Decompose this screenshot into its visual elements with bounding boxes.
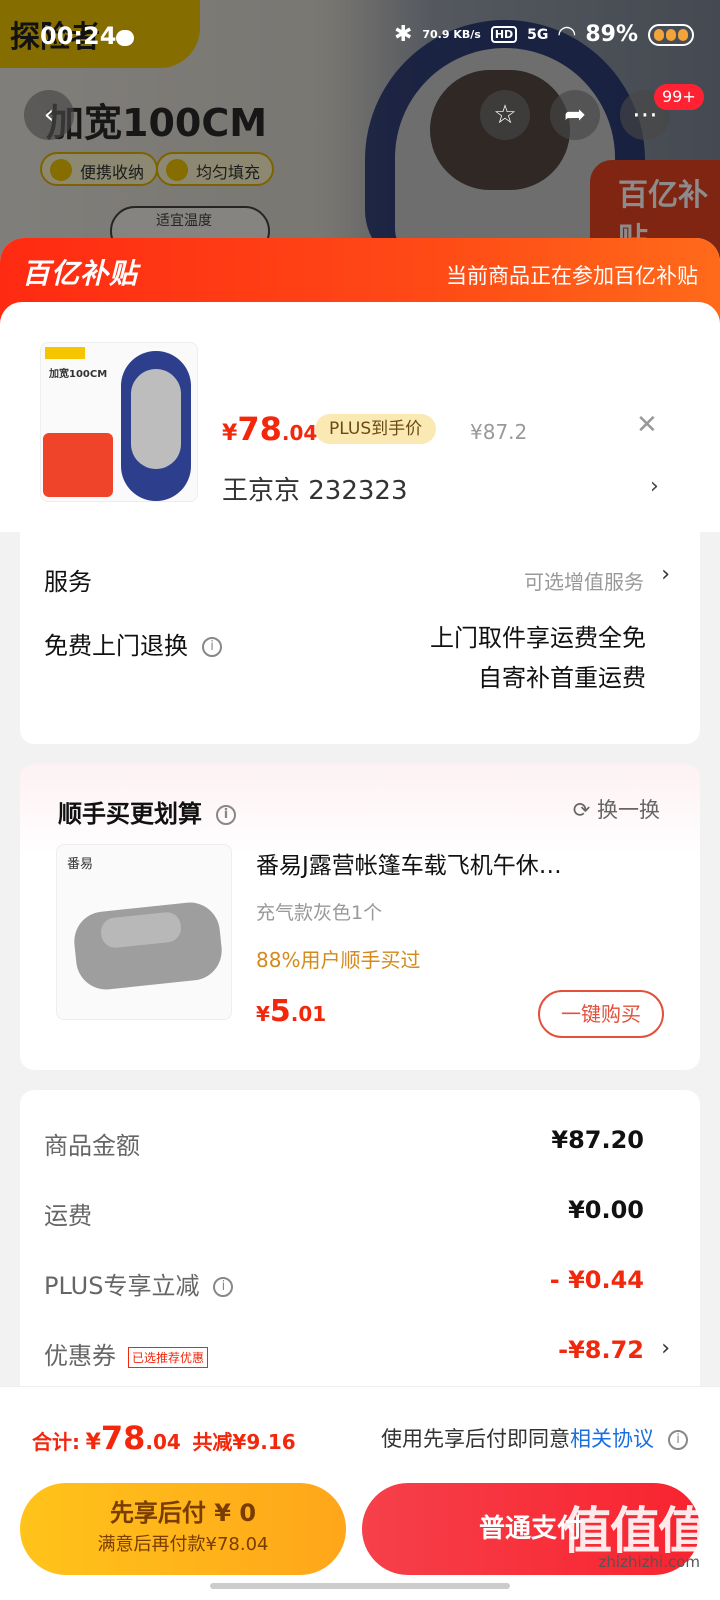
shipping-label: 运费: [44, 1202, 92, 1230]
home-indicator[interactable]: [210, 1583, 510, 1589]
subsidy-brand: 百亿补贴: [22, 257, 139, 290]
product-thumbnail[interactable]: 加宽100CM: [40, 342, 198, 502]
free-return-label: 免费上门退换 i: [44, 626, 222, 661]
bluetooth-icon: ✱: [393, 22, 413, 47]
product-price: ¥78.04: [222, 410, 317, 448]
currency-symbol: ¥: [222, 421, 238, 446]
total-label: 合计:: [32, 1430, 80, 1454]
net-speed: 70.9 KB/s: [422, 27, 481, 41]
addon-spec: 充气款灰色1个: [256, 902, 383, 924]
wifi-icon: ◠: [558, 22, 576, 47]
goods-amount-value: ¥87.20: [551, 1126, 644, 1154]
chevron-left-icon: ‹: [43, 100, 55, 130]
addon-card: 顺手买更划算 i ⟳ 换一换 番易 番易J露营帐篷车载飞机午休… 充气款灰色1个 …: [20, 764, 700, 1070]
addon-heading: 顺手买更划算 i: [58, 794, 236, 829]
goods-amount-label: 商品金额: [44, 1132, 140, 1160]
one-click-buy-button[interactable]: 一键购买: [538, 990, 664, 1038]
battery-icon: [648, 23, 694, 46]
back-button[interactable]: ‹: [24, 90, 74, 140]
free-return-detail: 上门取件享运费全免 自寄补首重运费: [430, 618, 646, 698]
addon-bought-ratio: 88%用户顺手买过: [256, 948, 421, 972]
info-icon[interactable]: i: [213, 1277, 234, 1297]
checkout-bar: 合计: ¥78.04 共减¥9.16 使用先享后付即同意相关协议 i 先享后付 ¥…: [0, 1386, 720, 1600]
clock: 00:24: [40, 22, 117, 50]
currency-symbol: ¥: [85, 1430, 101, 1455]
plus-discount-value: - ¥0.44: [549, 1266, 644, 1294]
total-price: 合计: ¥78.04 共减¥9.16: [32, 1419, 296, 1457]
plus-price-tag: PLUS到手价: [315, 414, 437, 444]
product-summary: 加宽100CM ¥78.04 PLUS到手价 ¥87.2 ✕ 王京京 23232…: [0, 302, 720, 532]
subsidy-note: 当前商品正在参加百亿补贴: [446, 264, 698, 288]
coupon-row[interactable]: 优惠券 已选推荐优惠 -¥8.72: [44, 1336, 644, 1371]
coupon-tag: 已选推荐优惠: [128, 1346, 209, 1368]
free-return-text: 免费上门退换: [44, 632, 188, 660]
thumb-title: 加宽100CM: [49, 369, 108, 380]
return-line-2: 自寄补首重运费: [478, 664, 646, 692]
close-icon[interactable]: ✕: [636, 410, 658, 440]
agreement-link[interactable]: 相关协议: [570, 1427, 654, 1451]
favorite-button[interactable]: ☆: [480, 90, 530, 140]
pay-later-sub: 满意后再付款¥78.04: [97, 1534, 269, 1555]
status-bar: 00:24 ✱ 70.9 KB/s HD 5G ◠ 89%: [0, 0, 720, 76]
watermark-url: zhizhizhi.com: [598, 1553, 700, 1571]
price-decimal: .01: [290, 1002, 327, 1026]
hd-icon: HD: [490, 26, 518, 43]
coupon-value: -¥8.72: [558, 1336, 644, 1364]
thumb-bag-inner: [131, 369, 181, 469]
signal-icon: 5G: [527, 26, 549, 43]
service-card: 服务 可选增值服务 › 免费上门退换 i 上门取件享运费全免 自寄补首重运费: [20, 522, 700, 744]
coupon-label: 优惠券: [44, 1342, 116, 1370]
plus-discount-label: PLUS专享立减: [44, 1272, 200, 1300]
addon-heading-text: 顺手买更划算: [58, 800, 202, 828]
battery-text: 89%: [585, 22, 638, 47]
pay-later-button[interactable]: 先享后付 ¥ 0 满意后再付款¥78.04: [20, 1483, 346, 1575]
pay-later-main: 先享后付 ¥ 0: [109, 1499, 257, 1527]
info-icon[interactable]: i: [216, 805, 236, 825]
addon-product-image[interactable]: 番易: [56, 844, 232, 1020]
original-price: ¥87.2: [470, 420, 528, 444]
goods-amount-row: 商品金额 ¥87.20: [44, 1126, 644, 1161]
star-icon: ☆: [493, 100, 517, 130]
addon-price: ¥5.01: [256, 994, 326, 1029]
price-integer: 78: [100, 1419, 146, 1457]
share-button[interactable]: ➦: [550, 90, 600, 140]
swap-label: 换一换: [597, 798, 660, 822]
service-label: 服务: [44, 568, 92, 596]
refresh-icon: ⟳: [572, 798, 591, 822]
price-integer: 78: [237, 410, 282, 448]
shipping-value: ¥0.00: [568, 1196, 644, 1224]
message-icon: [116, 30, 134, 46]
price-decimal: .04: [281, 421, 318, 445]
thumb-logo: [45, 347, 85, 359]
price-decimal: .04: [145, 1430, 181, 1454]
thumb-price-sticker: [43, 433, 113, 497]
info-icon[interactable]: i: [668, 1430, 688, 1450]
chevron-right-icon[interactable]: ›: [661, 1336, 670, 1361]
return-line-1: 上门取件享运费全免: [430, 624, 646, 652]
addon-brand: 番易: [67, 857, 94, 872]
plus-discount-row: PLUS专享立减 i - ¥0.44: [44, 1266, 644, 1301]
shipping-row: 运费 ¥0.00: [44, 1196, 644, 1231]
address-buyer[interactable]: 王京京 232323: [222, 470, 408, 507]
agreement-prefix: 使用先享后付即同意: [381, 1427, 570, 1451]
swap-button[interactable]: ⟳ 换一换: [573, 794, 660, 824]
chevron-right-icon[interactable]: ›: [661, 562, 670, 587]
service-value[interactable]: 可选增值服务: [524, 566, 644, 595]
info-icon[interactable]: i: [202, 637, 222, 657]
addon-title[interactable]: 番易J露营帐篷车载飞机午休…: [256, 846, 656, 880]
chevron-right-icon[interactable]: ›: [650, 474, 659, 499]
price-summary-card: 商品金额 ¥87.20 运费 ¥0.00 PLUS专享立减 i - ¥0.44 优…: [20, 1090, 700, 1410]
notification-badge: 99+: [654, 84, 704, 110]
share-icon: ➦: [564, 100, 586, 130]
more-icon: ⋯: [632, 100, 658, 130]
agreement-text: 使用先享后付即同意相关协议 i: [381, 1423, 688, 1453]
currency-symbol: ¥: [256, 1002, 270, 1026]
total-savings: 共减¥9.16: [192, 1430, 296, 1454]
price-integer: 5: [269, 994, 291, 1029]
